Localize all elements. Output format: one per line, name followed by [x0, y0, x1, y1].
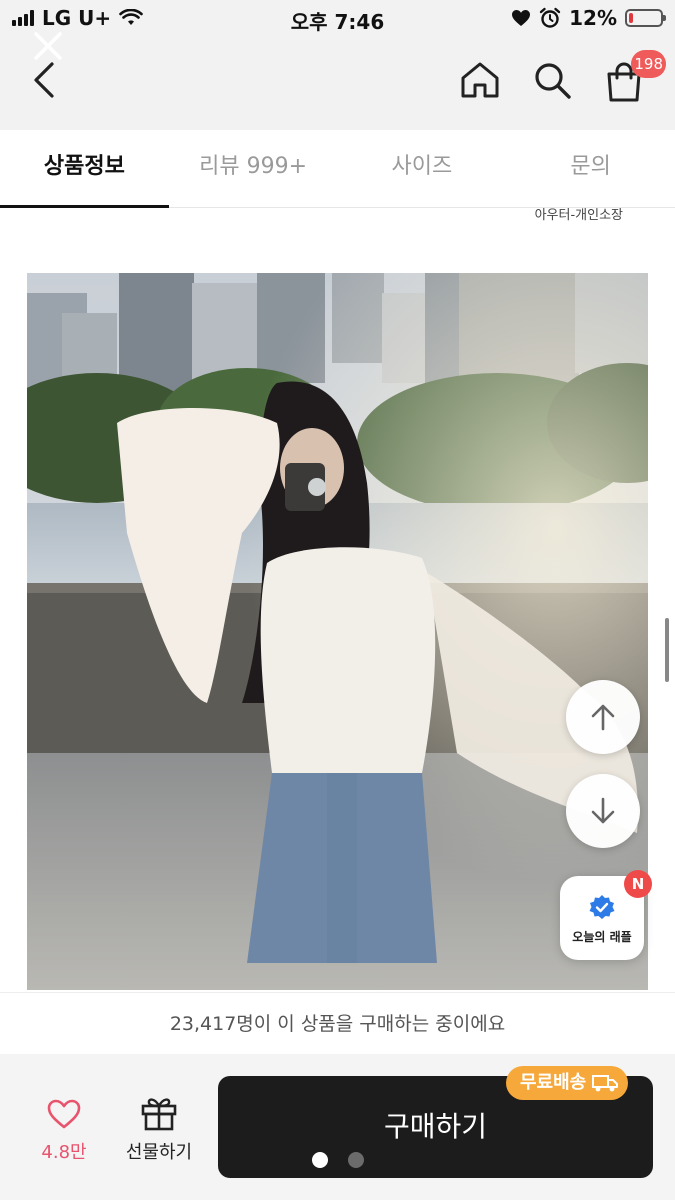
scroll-up-button[interactable]	[566, 680, 640, 754]
tab-product-info[interactable]: 상품정보	[0, 130, 169, 208]
like-button[interactable]: 4.8만	[28, 1098, 100, 1168]
scroll-indicator[interactable]	[665, 618, 669, 682]
back-button[interactable]	[26, 58, 66, 102]
page-dot[interactable]	[348, 1152, 364, 1168]
gift-label: 선물하기	[125, 1142, 193, 1163]
raffle-label: 오늘의 래플	[572, 930, 632, 944]
new-badge: N	[624, 870, 652, 898]
free-shipping-label: 무료배송	[520, 1072, 587, 1093]
battery-icon	[625, 9, 666, 27]
tab-label: 상품정보	[43, 154, 125, 179]
tab-label: 문의	[570, 154, 611, 179]
tab-label: 사이즈	[391, 154, 453, 179]
gift-icon	[141, 1098, 177, 1131]
alarm-icon	[539, 7, 561, 28]
gift-button[interactable]: 선물하기	[116, 1094, 202, 1170]
heart-status-icon	[512, 10, 531, 26]
tab-inquiry[interactable]: 문의	[506, 130, 675, 207]
product-tabs: 상품정보 리뷰 999+ 사이즈 문의	[0, 130, 675, 208]
status-right: 12%	[511, 6, 666, 30]
page-indicator	[312, 1152, 364, 1168]
photo-credit: 아우터-개인소장	[534, 208, 623, 223]
battery-percent: 12%	[569, 6, 617, 30]
buyers-count-banner: 23,417명이 이 상품을 구매하는 중이에요	[0, 992, 675, 1055]
todays-raffle-button[interactable]: 오늘의 래플 N	[560, 870, 652, 960]
tab-size[interactable]: 사이즈	[338, 130, 507, 207]
home-icon[interactable]	[456, 56, 504, 104]
cart-button[interactable]: 198	[596, 50, 666, 108]
product-photo-illustration	[27, 273, 648, 990]
tab-label: 리뷰 999+	[199, 154, 308, 179]
search-icon[interactable]	[528, 56, 576, 104]
status-bar: LG U+ 오후 7:46 12%	[0, 0, 675, 38]
heart-icon	[47, 1099, 81, 1129]
truck-icon	[592, 1075, 619, 1092]
cart-count-badge: 198	[631, 50, 666, 78]
product-photo[interactable]	[27, 273, 648, 990]
top-navigation: 198	[0, 32, 675, 130]
scroll-down-button[interactable]	[566, 774, 640, 848]
verified-badge-icon	[589, 895, 615, 919]
free-shipping-badge: 무료배송	[506, 1066, 629, 1100]
bottom-action-bar: 4.8만 선물하기 구매하기 무료배송	[0, 1054, 675, 1200]
arrow-down-icon	[591, 797, 615, 824]
like-count: 4.8만	[41, 1142, 87, 1163]
tab-reviews[interactable]: 리뷰 999+	[169, 130, 338, 207]
page-dot[interactable]	[312, 1152, 328, 1168]
arrow-up-icon	[591, 704, 615, 731]
